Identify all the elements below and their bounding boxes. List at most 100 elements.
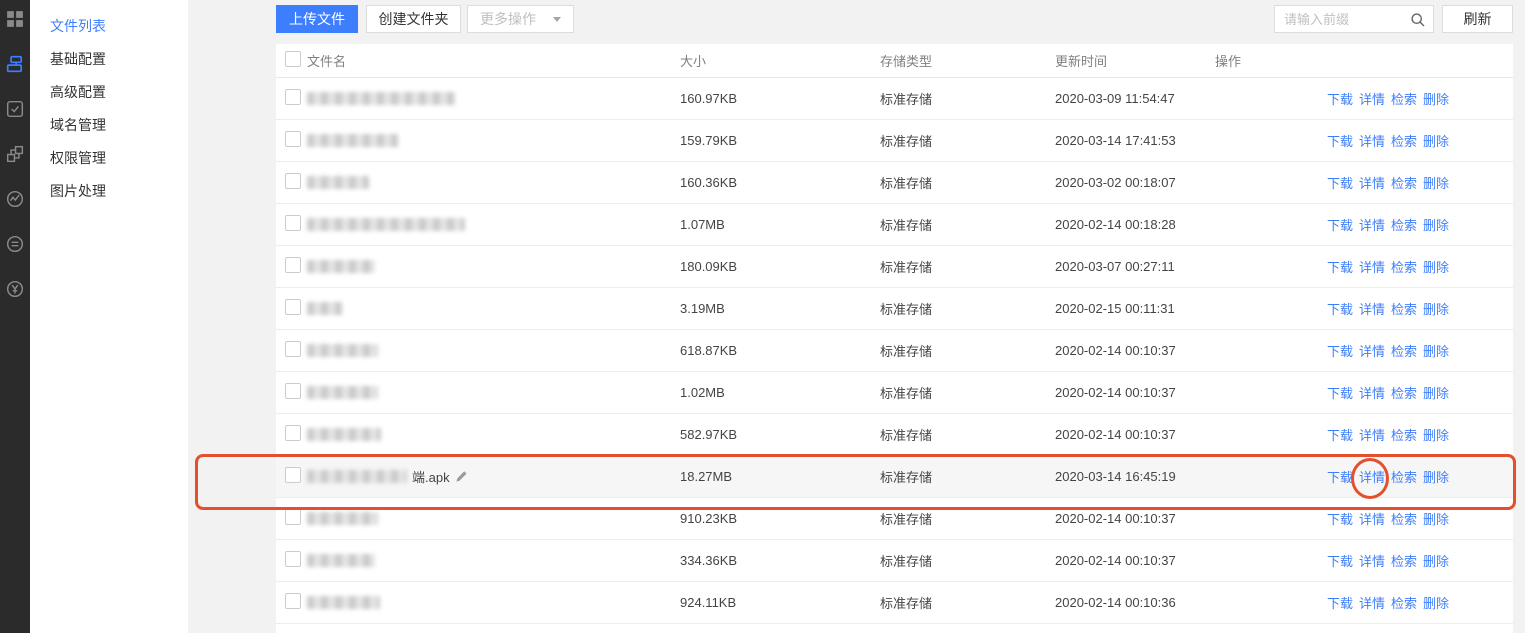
file-name-cell: 端.apk xyxy=(307,467,680,486)
storage-bucket-icon[interactable] xyxy=(6,55,24,73)
topology-icon[interactable] xyxy=(6,145,24,163)
delete-link[interactable]: 删除 xyxy=(1423,173,1449,192)
currency-circle-icon[interactable] xyxy=(6,280,24,298)
bucket-menu: 文件列表 基础配置 高级配置 域名管理 权限管理 图片处理 xyxy=(30,0,188,633)
retrieve-link[interactable]: 检索 xyxy=(1391,509,1417,528)
download-link[interactable]: 下载 xyxy=(1327,425,1353,444)
retrieve-link[interactable]: 检索 xyxy=(1391,551,1417,570)
retrieve-link[interactable]: 检索 xyxy=(1391,593,1417,612)
delete-link[interactable]: 删除 xyxy=(1423,551,1449,570)
delete-link[interactable]: 删除 xyxy=(1423,425,1449,444)
download-link[interactable]: 下载 xyxy=(1327,299,1353,318)
file-name-cell xyxy=(307,92,680,105)
row-checkbox[interactable] xyxy=(285,467,301,483)
delete-link[interactable]: 删除 xyxy=(1423,467,1449,486)
row-checkbox[interactable] xyxy=(285,173,301,189)
row-checkbox[interactable] xyxy=(285,299,301,315)
row-checkbox[interactable] xyxy=(285,509,301,525)
refresh-button[interactable]: 刷新 xyxy=(1442,5,1513,33)
upload-file-button[interactable]: 上传文件 xyxy=(276,5,358,33)
sidebar-item-domain-management[interactable]: 域名管理 xyxy=(30,109,188,142)
sidebar-item-image-processing[interactable]: 图片处理 xyxy=(30,175,188,208)
main-content: 上传文件 创建文件夹 更多操作 刷新 文件名 xyxy=(188,0,1525,633)
retrieve-link[interactable]: 检索 xyxy=(1391,341,1417,360)
delete-link[interactable]: 删除 xyxy=(1423,131,1449,150)
retrieve-link[interactable]: 检索 xyxy=(1391,215,1417,234)
create-folder-button[interactable]: 创建文件夹 xyxy=(366,5,461,33)
download-link[interactable]: 下载 xyxy=(1327,89,1353,108)
updated-time-cell: 2020-03-14 17:41:53 xyxy=(1055,133,1215,148)
retrieve-link[interactable]: 检索 xyxy=(1391,383,1417,402)
download-link[interactable]: 下载 xyxy=(1327,341,1353,360)
row-checkbox[interactable] xyxy=(285,131,301,147)
checklist-icon[interactable] xyxy=(6,100,24,118)
details-link[interactable]: 详情 xyxy=(1359,509,1385,528)
retrieve-link[interactable]: 检索 xyxy=(1391,131,1417,150)
column-header-storage: 存储类型 xyxy=(880,51,1055,70)
more-actions-dropdown[interactable]: 更多操作 xyxy=(467,5,574,33)
details-link[interactable]: 详情 xyxy=(1359,551,1385,570)
details-link[interactable]: 详情 xyxy=(1359,467,1385,486)
row-checkbox[interactable] xyxy=(285,215,301,231)
row-checkbox[interactable] xyxy=(285,551,301,567)
sidebar-item-basic-config[interactable]: 基础配置 xyxy=(30,43,188,76)
row-checkbox[interactable] xyxy=(285,593,301,609)
row-checkbox[interactable] xyxy=(285,89,301,105)
download-link[interactable]: 下载 xyxy=(1327,383,1353,402)
details-link[interactable]: 详情 xyxy=(1359,425,1385,444)
select-all-checkbox[interactable] xyxy=(285,51,301,67)
cos-console-screen: 文件列表 基础配置 高级配置 域名管理 权限管理 图片处理 上传文件 创建文件夹… xyxy=(0,0,1525,633)
search-icon[interactable] xyxy=(1410,12,1426,28)
download-link[interactable]: 下载 xyxy=(1327,257,1353,276)
retrieve-link[interactable]: 检索 xyxy=(1391,257,1417,276)
retrieve-link[interactable]: 检索 xyxy=(1391,173,1417,192)
delete-link[interactable]: 删除 xyxy=(1423,299,1449,318)
row-checkbox[interactable] xyxy=(285,425,301,441)
details-link[interactable]: 详情 xyxy=(1359,593,1385,612)
sidebar-item-file-list[interactable]: 文件列表 xyxy=(30,10,188,43)
details-link[interactable]: 详情 xyxy=(1359,89,1385,108)
row-checkbox[interactable] xyxy=(285,383,301,399)
doc-circle-icon[interactable] xyxy=(6,235,24,253)
download-link[interactable]: 下载 xyxy=(1327,131,1353,150)
row-checkbox[interactable] xyxy=(285,257,301,273)
sidebar-item-permission-management[interactable]: 权限管理 xyxy=(30,142,188,175)
download-link[interactable]: 下载 xyxy=(1327,215,1353,234)
file-name-cell xyxy=(307,302,680,315)
column-header-updated: 更新时间 xyxy=(1055,51,1215,70)
row-actions: 下载详情检索删除 xyxy=(1215,467,1513,486)
redacted-file-name xyxy=(307,386,378,399)
retrieve-link[interactable]: 检索 xyxy=(1391,299,1417,318)
delete-link[interactable]: 删除 xyxy=(1423,257,1449,276)
storage-class-cell: 标准存储 xyxy=(880,551,1055,570)
details-link[interactable]: 详情 xyxy=(1359,215,1385,234)
row-checkbox[interactable] xyxy=(285,341,301,357)
retrieve-link[interactable]: 检索 xyxy=(1391,425,1417,444)
download-link[interactable]: 下载 xyxy=(1327,173,1353,192)
download-link[interactable]: 下载 xyxy=(1327,593,1353,612)
details-link[interactable]: 详情 xyxy=(1359,383,1385,402)
details-link[interactable]: 详情 xyxy=(1359,131,1385,150)
download-link[interactable]: 下载 xyxy=(1327,551,1353,570)
delete-link[interactable]: 删除 xyxy=(1423,341,1449,360)
delete-link[interactable]: 删除 xyxy=(1423,509,1449,528)
toolbar-right-group: 刷新 xyxy=(1274,5,1513,33)
sidebar-item-advanced-config[interactable]: 高级配置 xyxy=(30,76,188,109)
grid-dashboard-icon[interactable] xyxy=(6,10,24,28)
file-size-cell: 582.97KB xyxy=(680,427,880,442)
details-link[interactable]: 详情 xyxy=(1359,299,1385,318)
retrieve-link[interactable]: 检索 xyxy=(1391,467,1417,486)
retrieve-link[interactable]: 检索 xyxy=(1391,89,1417,108)
delete-link[interactable]: 删除 xyxy=(1423,383,1449,402)
monitor-pulse-icon[interactable] xyxy=(6,190,24,208)
column-header-operations: 操作 xyxy=(1215,51,1513,70)
details-link[interactable]: 详情 xyxy=(1359,257,1385,276)
delete-link[interactable]: 删除 xyxy=(1423,89,1449,108)
details-link[interactable]: 详情 xyxy=(1359,341,1385,360)
download-link[interactable]: 下载 xyxy=(1327,509,1353,528)
delete-link[interactable]: 删除 xyxy=(1423,593,1449,612)
download-link[interactable]: 下载 xyxy=(1327,467,1353,486)
details-link[interactable]: 详情 xyxy=(1359,173,1385,192)
delete-link[interactable]: 删除 xyxy=(1423,215,1449,234)
edit-pencil-icon[interactable] xyxy=(455,470,468,483)
